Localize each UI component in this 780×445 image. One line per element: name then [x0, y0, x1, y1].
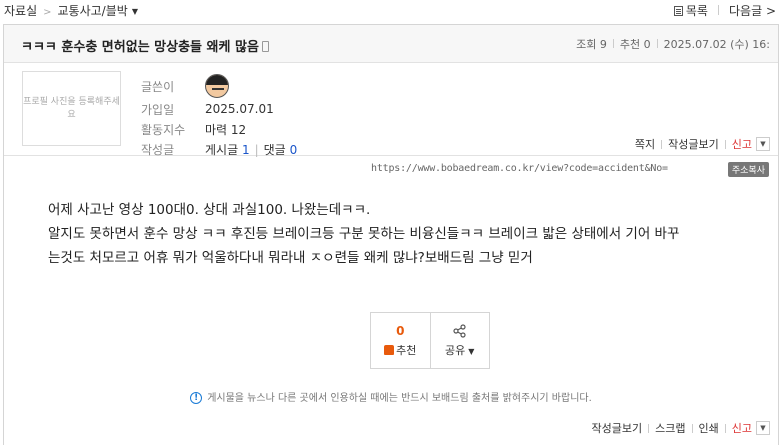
recommend-button[interactable]: 0 추천	[371, 313, 430, 368]
author-label: 글쓴이	[141, 79, 175, 94]
post-url: https://www.bobaedream.co.kr/view?code=a…	[371, 163, 668, 174]
author-row: 글쓴이	[141, 73, 297, 99]
comments-link[interactable]: 댓글 0	[264, 143, 298, 157]
citation-notice: ! 게시물을 뉴스나 다른 곳에서 인용하실 때에는 반드시 보배드림 출처를 밝…	[4, 389, 778, 405]
scrap-button[interactable]: 스크랩	[655, 420, 685, 436]
action-divider	[661, 139, 663, 149]
author-info: 글쓴이 가입일 2025.07.01 활동지수 마력 12 작성글 게시글 1 |…	[141, 73, 297, 159]
profile-photo-placeholder: 프로필 사진을 등록해주세요	[22, 71, 121, 146]
breadcrumb-board[interactable]: 교통사고/블박	[58, 4, 128, 18]
next-post-button[interactable]: 다음글 >	[729, 4, 776, 18]
chevron-right-icon: >	[765, 4, 776, 18]
recommend-total: 0	[396, 323, 405, 338]
board-dropdown-icon[interactable]: ▼	[132, 7, 138, 16]
bottom-actions: 작성글보기 스크랩 인쇄 신고 ▼	[592, 420, 770, 436]
comments-count: 0	[289, 142, 298, 157]
caret-down-icon: ▼	[468, 346, 475, 356]
content-line: 어제 사고난 영상 100대0. 상대 과실100. 나왔는데ㅋㅋ.	[48, 202, 371, 218]
content-line: 알지도 못하면서 훈수 망상 ㅋㅋ 후진등 브레이크등 구분 못하는 비융신들ㅋ…	[48, 226, 680, 242]
mobile-icon	[261, 41, 269, 52]
author-actions: 쪽지 작성글보기 신고 ▼	[635, 136, 770, 152]
share-button[interactable]: 공유 ▼	[429, 313, 490, 368]
breadcrumb-separator: >	[43, 7, 52, 18]
action-divider	[724, 139, 726, 149]
list-label: 목록	[685, 4, 708, 18]
report-button[interactable]: 신고	[732, 136, 752, 152]
list-icon	[673, 6, 683, 16]
post-title: ㅋㅋㅋ 훈수충 면허없는 망상충들 왜케 많음	[21, 36, 269, 55]
author-profile: 프로필 사진을 등록해주세요 글쓴이 가입일 2025.07.01 활동지수 마…	[4, 63, 778, 159]
reaction-box: 0 추천 공유 ▼	[370, 312, 490, 369]
top-bar: 자료실 > 교통사고/블박 ▼ 목록 다음글 >	[0, 0, 780, 20]
list-button[interactable]: 목록	[673, 4, 708, 18]
action-divider	[724, 423, 726, 433]
thumbs-up-icon	[384, 344, 395, 355]
message-button[interactable]: 쪽지	[635, 136, 655, 152]
post-view: ㅋㅋㅋ 훈수충 면허없는 망상충들 왜케 많음 조회 9 추천 0 2025.07.…	[3, 24, 779, 445]
post-content: 어제 사고난 영상 100대0. 상대 과실100. 나왔는데ㅋㅋ. 알지도 못…	[48, 198, 768, 270]
content-line: 는것도 처모르고 어휴 뭐가 억울하다내 뭐라내 ㅈㅇ련들 왜케 많냐?보배드림…	[48, 250, 533, 266]
meta-divider	[656, 39, 658, 48]
post-title-text: ㅋㅋㅋ 훈수충 면허없는 망상충들 왜케 많음	[21, 40, 259, 55]
action-divider	[648, 423, 650, 433]
post-meta: 조회 9 추천 0 2025.07.02 (수) 16:	[576, 36, 770, 52]
breadcrumb-root[interactable]: 자료실	[4, 4, 37, 18]
profile-photo-text: 프로필 사진을 등록해주세요	[23, 96, 120, 120]
report-button[interactable]: 신고	[732, 420, 752, 436]
joined-row: 가입일 2025.07.01	[141, 99, 297, 119]
view-count: 조회 9	[576, 38, 607, 51]
posts-value: 게시글 1 | 댓글 0	[205, 141, 297, 158]
nav-divider	[717, 5, 719, 15]
activity-label: 활동지수	[141, 122, 186, 137]
share-label-wrap: 공유 ▼	[445, 342, 474, 358]
activity-value: 마력 12	[205, 122, 247, 137]
share-label: 공유	[445, 343, 466, 357]
posts-row: 작성글 게시글 1 | 댓글 0	[141, 139, 297, 159]
meta-divider	[612, 39, 614, 48]
posts-label: 작성글	[141, 142, 175, 157]
posts-count: 1	[241, 142, 250, 157]
joined-value: 2025.07.01	[205, 102, 274, 116]
citation-notice-text: 게시물을 뉴스나 다른 곳에서 인용하실 때에는 반드시 보배드림 출처를 밝혀…	[207, 393, 592, 404]
comments-text: 댓글	[263, 142, 286, 157]
posts-link[interactable]: 게시글 1	[205, 143, 250, 157]
next-post-label: 다음글	[728, 4, 763, 18]
posts-divider: |	[254, 142, 259, 157]
breadcrumb: 자료실 > 교통사고/블박 ▼	[4, 2, 138, 19]
chevron-down-icon[interactable]: ▼	[756, 137, 770, 151]
post-title-bar: ㅋㅋㅋ 훈수충 면허없는 망상충들 왜케 많음 조회 9 추천 0 2025.07.…	[4, 25, 778, 63]
action-divider	[691, 423, 693, 433]
recommend-label-wrap: 추천	[384, 342, 416, 358]
share-icon	[453, 323, 466, 338]
chevron-down-icon[interactable]: ▼	[756, 421, 770, 435]
posts-text: 게시글	[205, 142, 239, 157]
post-navigation: 목록 다음글 >	[673, 2, 776, 19]
joined-label: 가입일	[141, 102, 175, 117]
recommend-label: 추천	[396, 343, 417, 357]
info-icon: !	[190, 392, 203, 404]
author-avatar[interactable]	[205, 74, 229, 98]
view-posts-button[interactable]: 작성글보기	[668, 136, 719, 152]
recommend-count: 추천 0	[619, 38, 651, 51]
post-date: 2025.07.02 (수) 16:	[663, 38, 770, 51]
view-posts-button[interactable]: 작성글보기	[592, 420, 643, 436]
print-button[interactable]: 인쇄	[699, 420, 719, 436]
copy-url-button[interactable]: 주소복사	[727, 162, 769, 177]
activity-row: 활동지수 마력 12	[141, 119, 297, 139]
